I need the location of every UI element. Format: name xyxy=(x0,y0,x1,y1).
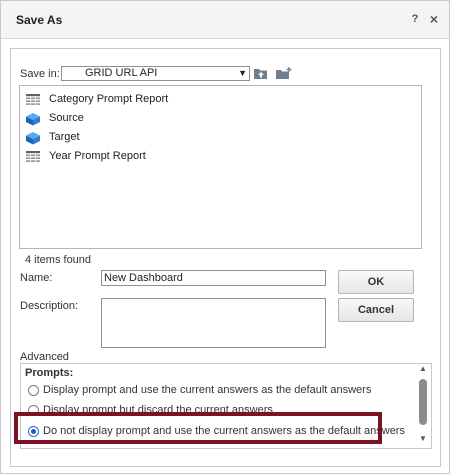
radio-button-selected[interactable] xyxy=(28,426,39,437)
prompt-option-display-use-current[interactable]: Display prompt and use the current answe… xyxy=(28,384,398,398)
scroll-thumb[interactable] xyxy=(419,379,427,425)
description-label: Description: xyxy=(20,300,79,312)
prompt-option-label: Do not display prompt and use the curren… xyxy=(43,425,405,437)
prompt-option-label: Display prompt but discard the current a… xyxy=(43,404,273,416)
file-label: Source xyxy=(49,112,84,124)
list-item[interactable]: Category Prompt Report xyxy=(25,92,285,108)
list-item[interactable]: Target xyxy=(25,130,285,146)
scroll-up-arrow-icon[interactable]: ▲ xyxy=(417,364,429,374)
cube-icon xyxy=(25,131,41,145)
file-label: Category Prompt Report xyxy=(49,93,169,105)
grid-report-icon xyxy=(25,150,41,164)
prompts-label: Prompts: xyxy=(25,367,74,379)
items-found-status: 4 items found xyxy=(25,254,92,266)
advanced-scrollbar[interactable]: ▲ ▼ xyxy=(416,364,430,448)
name-label: Name: xyxy=(20,272,53,284)
description-input[interactable] xyxy=(101,298,326,348)
prompt-option-label: Display prompt and use the current answe… xyxy=(43,384,372,396)
chevron-down-icon: ▼ xyxy=(238,68,247,78)
folder-up-icon[interactable] xyxy=(253,66,269,80)
cube-icon xyxy=(25,112,41,126)
radio-button[interactable] xyxy=(28,385,39,396)
list-item[interactable]: Year Prompt Report xyxy=(25,149,285,165)
save-in-label: Save in: xyxy=(20,68,60,80)
dialog-title: Save As xyxy=(16,13,63,27)
prompt-option-no-display-use-current[interactable]: Do not display prompt and use the curren… xyxy=(28,425,405,439)
title-bar: Save As ? × xyxy=(1,1,449,39)
prompt-option-display-discard[interactable]: Display prompt but discard the current a… xyxy=(28,404,398,418)
help-icon[interactable]: ? xyxy=(409,13,421,27)
list-item[interactable]: Source xyxy=(25,111,285,127)
radio-button[interactable] xyxy=(28,405,39,416)
new-folder-icon[interactable] xyxy=(275,66,292,80)
file-label: Year Prompt Report xyxy=(49,150,146,162)
cancel-button[interactable]: Cancel xyxy=(338,298,414,322)
save-in-value: GRID URL API xyxy=(85,67,158,79)
ok-button[interactable]: OK xyxy=(338,270,414,294)
advanced-options-panel: Prompts: Display prompt and use the curr… xyxy=(20,363,432,449)
advanced-label: Advanced xyxy=(20,351,69,363)
save-as-dialog: Save As ? × Save in: GRID URL API ▼ Cate… xyxy=(0,0,450,474)
file-list[interactable]: Category Prompt Report Source Target Yea… xyxy=(19,85,422,249)
scroll-down-arrow-icon[interactable]: ▼ xyxy=(417,434,429,444)
name-input[interactable] xyxy=(101,270,326,286)
close-icon[interactable]: × xyxy=(427,12,441,26)
grid-report-icon xyxy=(25,93,41,107)
save-in-select[interactable]: GRID URL API ▼ xyxy=(61,66,250,81)
file-label: Target xyxy=(49,131,80,143)
